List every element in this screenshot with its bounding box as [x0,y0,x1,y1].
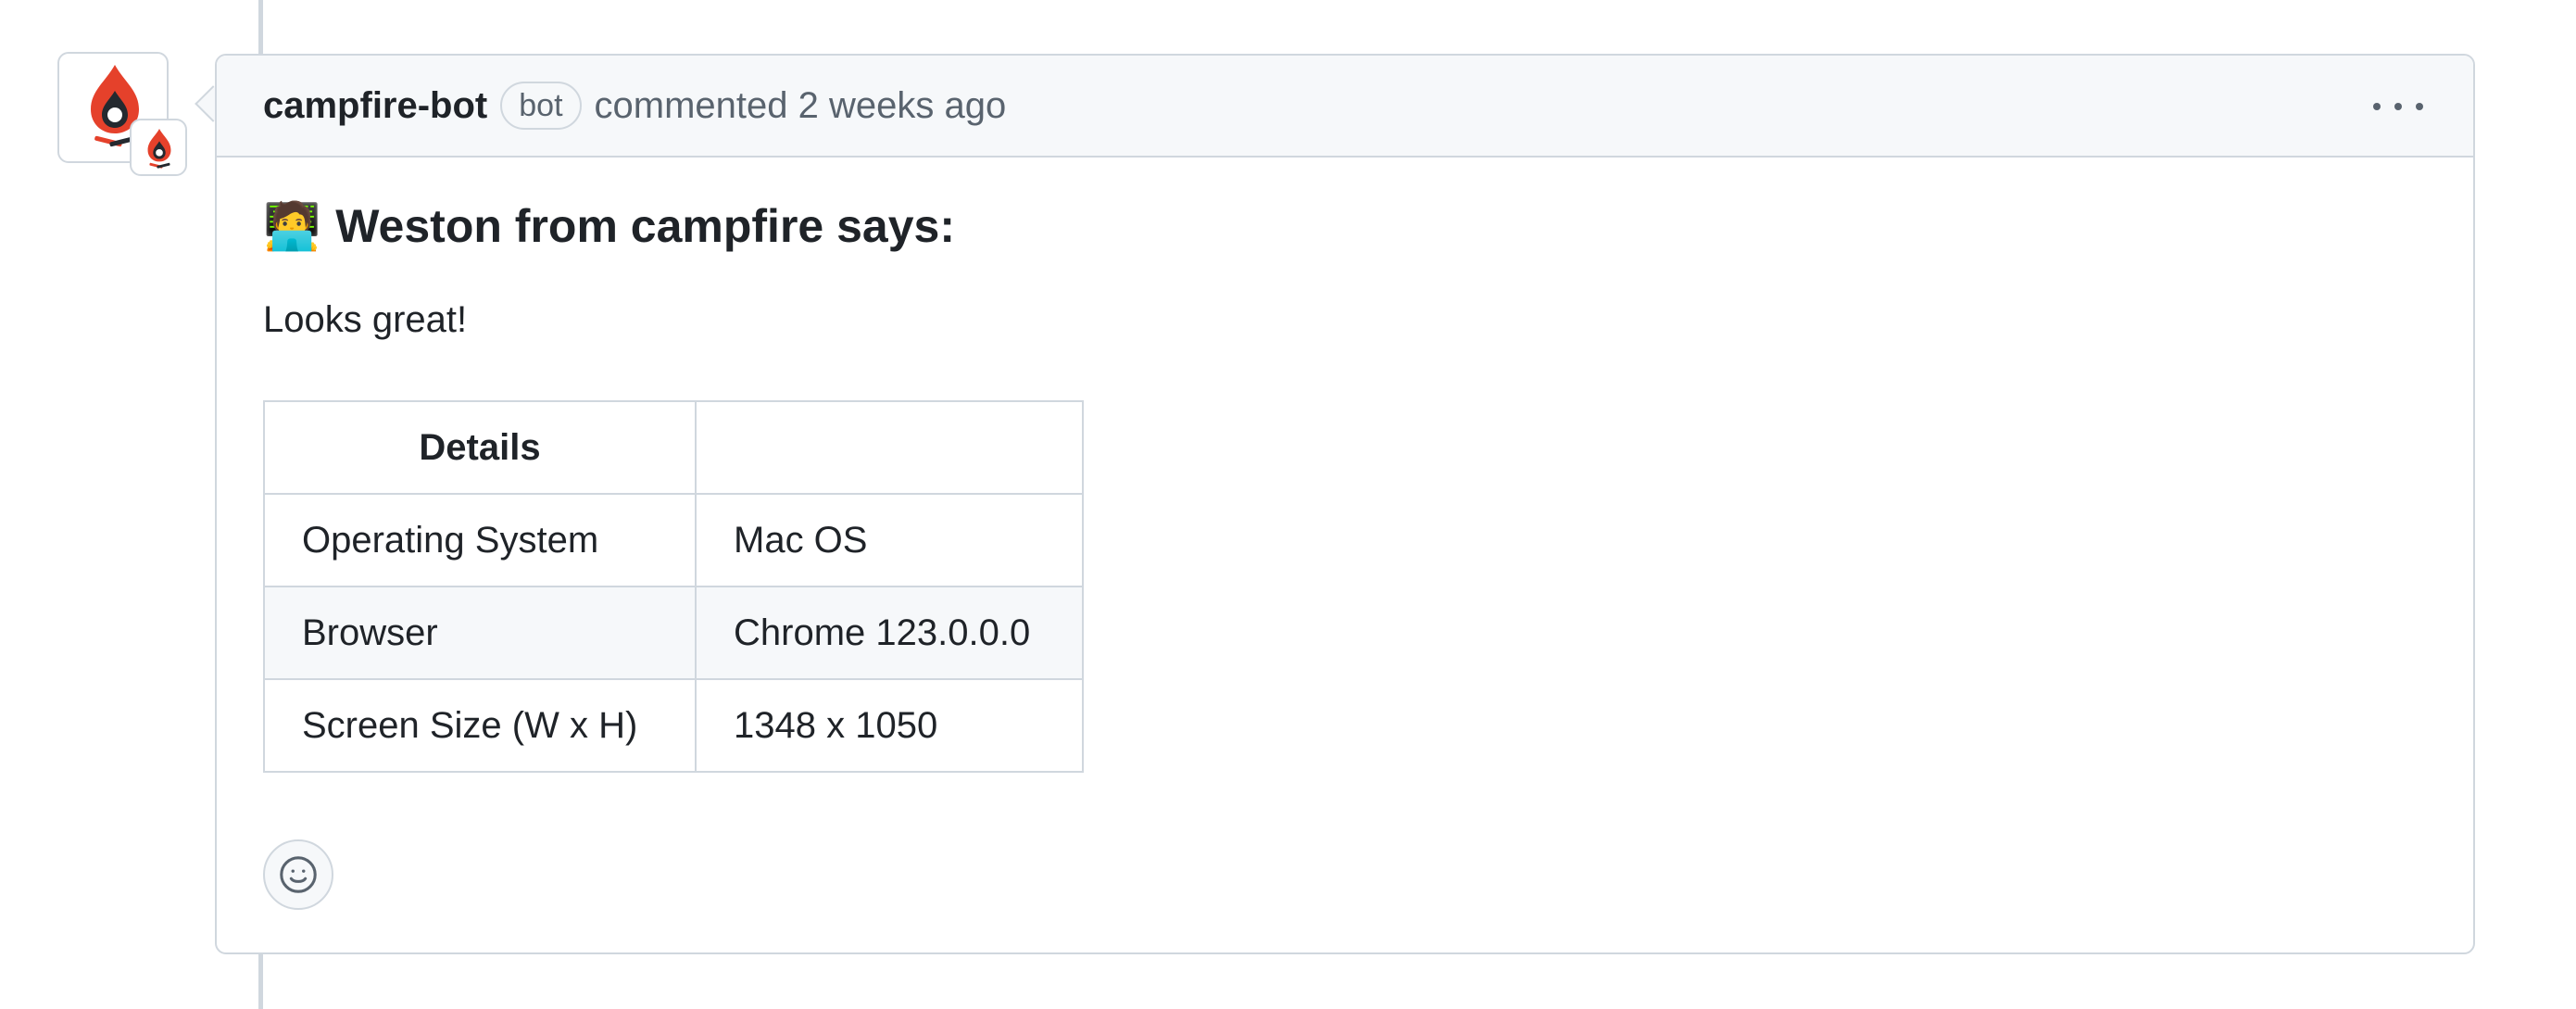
technologist-emoji-icon: 🧑‍💻 [263,199,321,253]
table-cell: Screen Size (W x H) [263,678,697,773]
table-cell: Chrome 123.0.0.0 [695,586,1084,680]
table-row: Operating System Mac OS [263,493,1084,587]
app-badge [130,119,187,176]
author-name[interactable]: campfire-bot [263,85,487,127]
kebab-horizontal-icon[interactable] [2373,93,2423,120]
comment-meta: commented 2 weeks ago [595,85,1007,127]
comment-heading-text: Weston from campfire says: [335,200,955,252]
comment-body: 🧑‍💻 Weston from campfire says: Looks gre… [217,158,2473,773]
table-header-cell: Details [263,400,697,495]
details-table: Details Operating System Mac OS Browser … [263,400,1084,773]
table-cell: Browser [263,586,697,680]
comment-header: campfire-bot bot commented 2 weeks ago [217,56,2473,158]
table-header-cell [695,400,1084,495]
table-row: Browser Chrome 123.0.0.0 [263,586,1084,680]
bot-badge: bot [500,82,582,130]
comment-timestamp[interactable]: 2 weeks ago [798,85,1007,126]
add-reaction-button[interactable] [263,839,333,910]
comment-message: Looks great! [263,299,468,340]
table-row: Screen Size (W x H) 1348 x 1050 [263,678,1084,773]
comment-box: campfire-bot bot commented 2 weeks ago 🧑… [215,54,2475,954]
comment-action: commented [594,84,788,126]
table-cell: Operating System [263,493,697,587]
table-header-row: Details [263,400,1084,495]
campfire-app-badge-icon [147,128,171,169]
comment-heading: 🧑‍💻 Weston from campfire says: [263,198,2427,254]
table-cell: 1348 x 1050 [695,678,1084,773]
smiley-icon [280,856,317,893]
table-cell: Mac OS [695,493,1084,587]
